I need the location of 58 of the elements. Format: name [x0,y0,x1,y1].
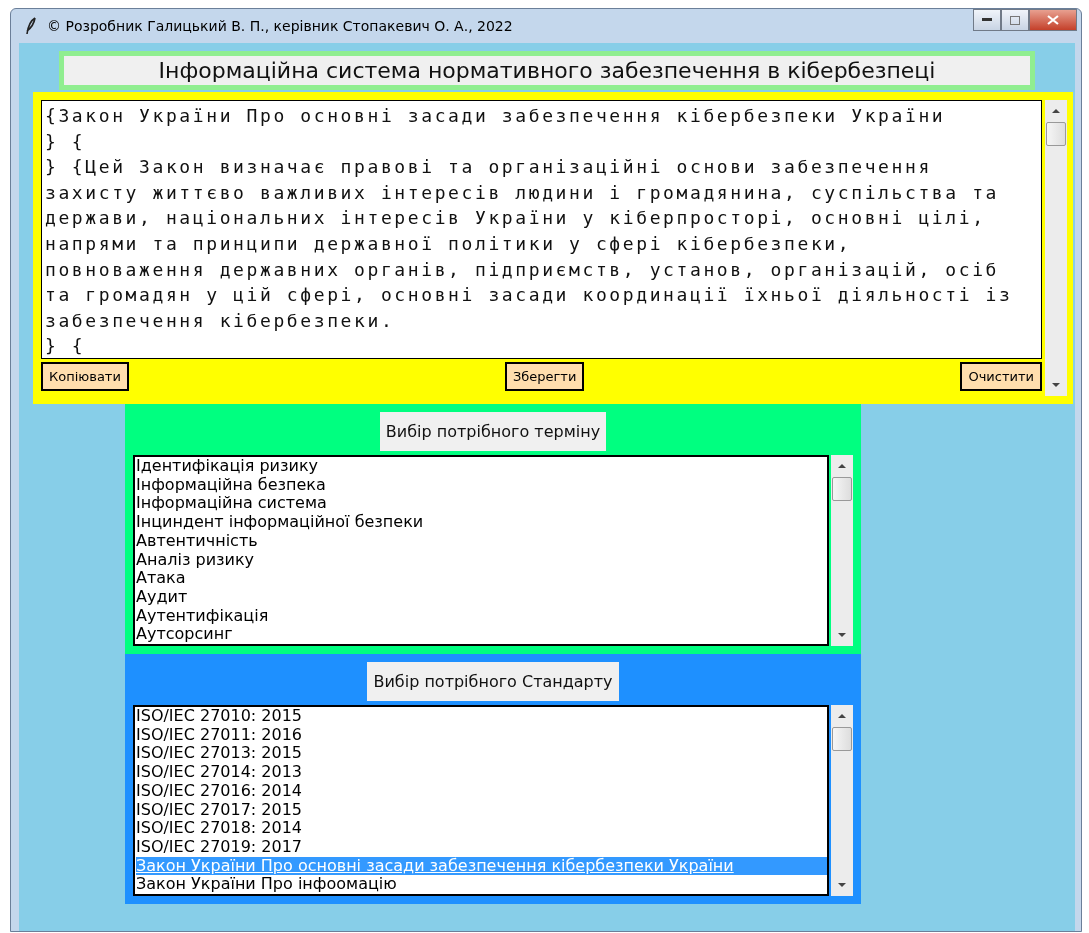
scrollbar[interactable] [831,455,853,646]
list-item[interactable]: ISO/IEC 27018: 2014 [136,819,827,838]
text-line: } { [45,334,87,358]
scroll-down-icon[interactable] [837,882,847,888]
list-item[interactable]: ISO/IEC 27014: 2013 [136,763,827,782]
app-heading: Інформаційна система нормативного забезпечення в кібербезпеці [59,51,1035,90]
text-line: } { [45,129,87,154]
list-item[interactable]: Ідентифікація ризику [136,457,827,476]
list-item[interactable]: ISO/IEC 27011: 2016 [136,725,827,745]
list-label: Вибір потрібного терміну [379,412,607,451]
minimize-icon [982,18,992,22]
text-line: } {Цей Закон визначає правові та організаційні основи забезпечення [45,155,933,180]
text-line: захисту життєво важливих інтересів людини і громадянина, суспільства та [45,180,1001,205]
list-item[interactable]: Атака [136,569,827,588]
maximize-button[interactable] [1001,9,1029,31]
scroll-thumb[interactable] [1046,122,1066,146]
text-line: {Закон України Про основні засади забезпечення кібербезпеки України [45,104,947,128]
close-icon [1047,15,1059,25]
list-item[interactable]: Аудит [136,587,827,607]
list-item[interactable]: ISO/IEC 27019: 2017 [136,837,827,857]
list-item[interactable]: Автентичність [136,531,827,551]
scroll-thumb[interactable] [832,727,852,751]
list-box[interactable]: Ідентифікація ризику Інформаційна безпека Інформаційна система Інциндент інформаційної безпеки Автентичність Аналіз ризику Атака Аудит Аутентифікація Аутсорсинг [133,455,829,646]
scrollbar[interactable] [831,705,853,896]
text-line: забезпечення кібербезпеки. [45,308,396,333]
scroll-up-icon[interactable] [837,713,847,719]
scroll-down-icon[interactable] [1051,382,1061,388]
window-title: © Розробник Галицький В. П., керівник Стопакевич О. А., 2022 [47,18,514,34]
list-item[interactable]: Інформаційна безпека [136,475,827,495]
minimize-button[interactable] [973,9,1001,31]
list-item[interactable]: ISO/IEC 27010: 2015 [136,707,827,726]
maximize-icon [1010,15,1020,25]
list-item[interactable]: Інформаційна система [136,494,827,514]
action-button[interactable]: Зберегти [504,362,585,391]
list-item[interactable]: ISO/IEC 27016: 2014 [136,781,827,801]
list-item[interactable]: Закон України Про інфоомацію [136,875,827,894]
list-item[interactable]: Інциндент інформаційної безпеки [136,513,827,532]
list-label: Вибір потрібного Стандарту [367,662,619,701]
text-line: напрями та принципи державної політики у сфері кібербезпеки, [45,231,853,256]
text-area[interactable] [41,100,1042,359]
scroll-up-icon[interactable] [837,463,847,469]
scrollbar[interactable] [1045,100,1067,396]
action-button[interactable]: Очистити [960,362,1042,391]
list-box[interactable] [133,705,829,896]
scroll-down-icon[interactable] [837,632,847,638]
scroll-up-icon[interactable] [1051,108,1061,114]
text-line: держави, національних інтересів України у кіберпросторі, основні цілі, [45,206,987,231]
list-item[interactable]: Аналіз ризику [136,550,827,570]
list-item[interactable]: Аутентифікація [136,606,827,626]
action-button[interactable]: Копіювати [41,362,129,391]
feather-icon [25,17,37,35]
scroll-thumb[interactable] [832,477,852,501]
list-item[interactable]: ISO/IEC 27013: 2015 [136,744,827,764]
text-line: повноваження державних органів, підприємств, установ, організацій, осіб [45,257,1001,282]
list-item[interactable]: ISO/IEC 27017: 2015 [136,800,827,820]
text-line: та громадян у цій сфері, основні засади координації їхньої діяльності із [45,283,1014,308]
list-item[interactable]: Аутсорсинг [136,625,827,644]
close-button[interactable] [1029,9,1077,31]
